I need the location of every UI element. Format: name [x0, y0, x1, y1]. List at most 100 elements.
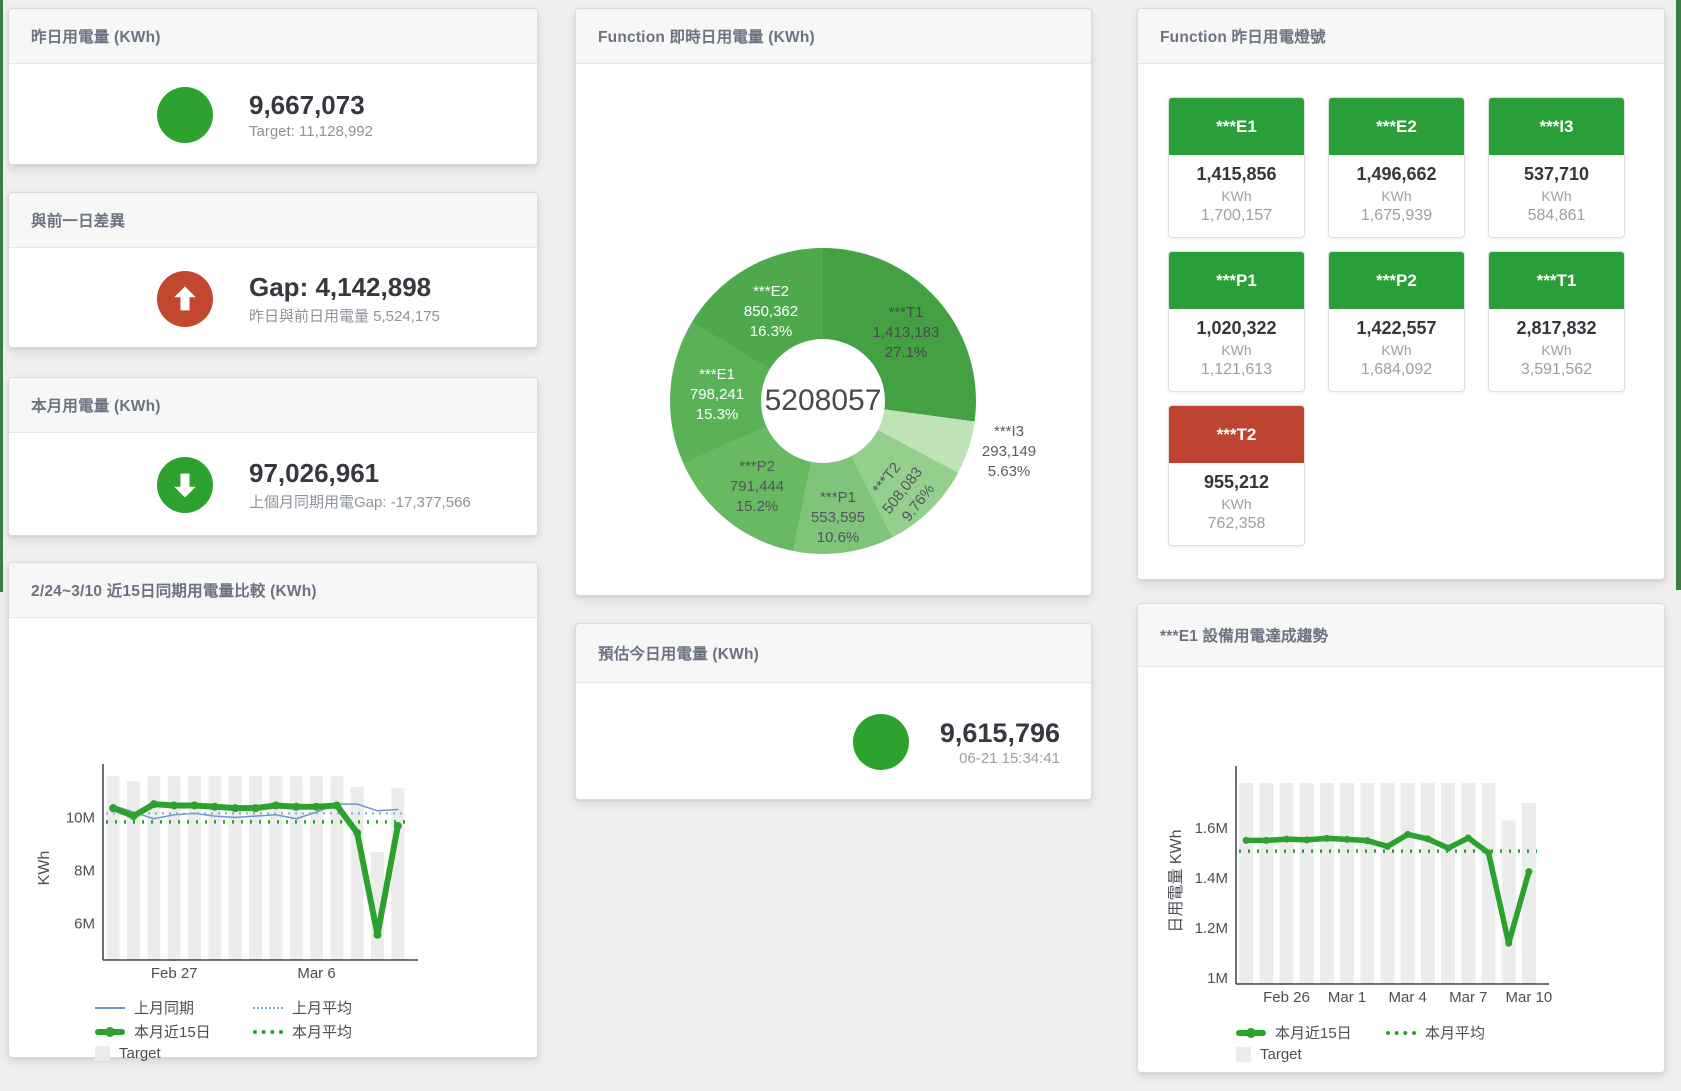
x-tick-label: Feb 27 — [151, 965, 198, 982]
arrow-down-icon — [157, 457, 213, 513]
green-line-marker — [95, 1029, 125, 1035]
lamp-unit: KWh — [1493, 342, 1620, 358]
lamp-value: 955,212 — [1173, 472, 1300, 493]
page-edge-stripe-right — [1676, 0, 1681, 590]
data-point — [394, 822, 402, 830]
data-point — [231, 804, 239, 812]
legend-item[interactable]: 上月平均 — [253, 997, 425, 1018]
panel-title: Function 昨日用電燈號 — [1138, 9, 1664, 64]
data-point — [1243, 837, 1250, 844]
x-tick-label: Mar 6 — [297, 965, 335, 982]
panel-title: ***E1 設備用電達成趨勢 — [1138, 604, 1664, 667]
lamp-value: 1,020,322 — [1173, 318, 1300, 339]
data-point — [292, 803, 300, 811]
lamp-card[interactable]: ***I3 537,710 KWh 584,861 — [1488, 97, 1625, 238]
lamp-grid: ***E1 1,415,856 KWh 1,700,157 ***E2 1,49… — [1168, 97, 1625, 546]
blue-line-marker — [95, 1007, 125, 1009]
lamp-target: 1,675,939 — [1333, 207, 1460, 225]
target-box-marker — [1236, 1047, 1251, 1062]
panel-function-lamps: Function 昨日用電燈號 ***E1 1,415,856 KWh 1,70… — [1137, 8, 1665, 580]
data-point — [374, 931, 382, 939]
lamp-label: ***T2 — [1169, 406, 1304, 463]
lamp-label: ***E2 — [1329, 98, 1464, 155]
data-point — [252, 804, 260, 812]
legend-label: 本月近15日 — [134, 1021, 211, 1042]
donut-label-p1: ***P1553,59510.6% — [811, 488, 865, 548]
lamp-label: ***E1 — [1169, 98, 1304, 155]
data-point — [130, 812, 138, 820]
panel-estimate-today: 預估今日用電量 (KWh) 9,615,796 06-21 15:34:41 — [575, 623, 1092, 800]
data-point — [211, 803, 219, 811]
panel-title: 昨日用電量 (KWh) — [9, 9, 537, 64]
lamp-card[interactable]: ***P2 1,422,557 KWh 1,684,092 — [1328, 251, 1465, 392]
compare-chart-legend: 上月同期 上月平均 本月近15日 本月平均 Target — [95, 997, 537, 1062]
legend-label: 本月近15日 — [1275, 1022, 1352, 1043]
data-point — [109, 804, 117, 812]
legend-item[interactable]: Target — [95, 1045, 253, 1062]
lamp-unit: KWh — [1173, 496, 1300, 512]
data-point — [1525, 868, 1532, 875]
data-point — [1465, 834, 1472, 841]
lamp-card[interactable]: ***P1 1,020,322 KWh 1,121,613 — [1168, 251, 1305, 392]
e1-trend-chart-svg[interactable]: 1M1.2M1.4M1.6MFeb 26Mar 1Mar 4Mar 7Mar 1… — [1138, 667, 1664, 1011]
lamp-target: 3,591,562 — [1493, 361, 1620, 379]
x-tick-label: Mar 10 — [1506, 989, 1553, 1006]
target-bar — [1381, 783, 1395, 984]
day-gap-value: Gap: 4,142,898 — [249, 272, 440, 302]
lamp-label: ***P1 — [1169, 252, 1304, 309]
target-bar — [1441, 783, 1455, 984]
legend-item[interactable]: 本月平均 — [1386, 1022, 1548, 1043]
data-point — [1505, 940, 1512, 947]
day-gap-subtitle: 昨日與前日用電量 5,524,175 — [249, 305, 440, 326]
lamp-value: 1,415,856 — [1173, 164, 1300, 185]
data-point — [272, 801, 280, 809]
panel-title: 預估今日用電量 (KWh) — [576, 624, 1091, 683]
target-bar — [1239, 783, 1253, 984]
y-tick-label: 1.6M — [1195, 820, 1228, 837]
data-point — [1485, 849, 1492, 856]
data-point — [1445, 845, 1452, 852]
estimate-timestamp: 06-21 15:34:41 — [940, 750, 1060, 767]
lamp-label: ***I3 — [1489, 98, 1624, 155]
blue-dotted-marker — [253, 1007, 283, 1009]
data-point — [150, 800, 158, 808]
page-edge-stripe-left — [0, 0, 3, 592]
data-point — [1364, 837, 1371, 844]
compare-chart-svg[interactable]: 6M8M10MFeb 27Mar 6KWh — [9, 618, 537, 984]
x-tick-label: Mar 1 — [1328, 989, 1366, 1006]
target-bar — [1401, 783, 1415, 984]
y-tick-label: 1.4M — [1195, 870, 1228, 887]
y-tick-label: 6M — [74, 916, 95, 933]
lamp-card[interactable]: ***E1 1,415,856 KWh 1,700,157 — [1168, 97, 1305, 238]
lamp-label: ***T1 — [1489, 252, 1624, 309]
lamp-card[interactable]: ***T1 2,817,832 KWh 3,591,562 — [1488, 251, 1625, 392]
target-bar — [1461, 783, 1475, 984]
lamp-unit: KWh — [1333, 188, 1460, 204]
lamp-unit: KWh — [1333, 342, 1460, 358]
data-point — [1384, 843, 1391, 850]
y-tick-label: 10M — [66, 809, 95, 826]
legend-item[interactable]: Target — [1236, 1046, 1386, 1063]
donut-label-p2: ***P2791,44415.2% — [730, 457, 784, 517]
legend-item[interactable]: 本月近15日 — [1236, 1022, 1386, 1043]
legend-label: Target — [1260, 1046, 1302, 1063]
legend-label: 本月平均 — [292, 1021, 352, 1042]
lamp-target: 1,121,613 — [1173, 361, 1300, 379]
panel-compare-chart: 2/24~3/10 近15日同期用電量比較 (KWh) 6M8M10MFeb 2… — [8, 562, 538, 1058]
panel-title: 與前一日差異 — [9, 193, 537, 248]
lamp-card[interactable]: ***E2 1,496,662 KWh 1,675,939 — [1328, 97, 1465, 238]
x-tick-label: Mar 7 — [1449, 989, 1487, 1006]
month-usage-gap: 上個月同期用電Gap: -17,377,566 — [249, 491, 471, 512]
lamp-target: 1,684,092 — [1333, 361, 1460, 379]
target-bar — [1360, 783, 1374, 984]
month-usage-value: 97,026,961 — [249, 458, 471, 488]
legend-item[interactable]: 本月近15日 — [95, 1021, 253, 1042]
lamp-target: 584,861 — [1493, 207, 1620, 225]
legend-item[interactable]: 本月平均 — [253, 1021, 425, 1042]
x-tick-label: Feb 26 — [1263, 989, 1310, 1006]
lamp-card[interactable]: ***T2 955,212 KWh 762,358 — [1168, 405, 1305, 546]
donut-label-t1: ***T11,413,18327.1% — [873, 303, 940, 363]
lamp-value: 1,496,662 — [1333, 164, 1460, 185]
target-bar — [1280, 783, 1294, 984]
legend-item[interactable]: 上月同期 — [95, 997, 253, 1018]
